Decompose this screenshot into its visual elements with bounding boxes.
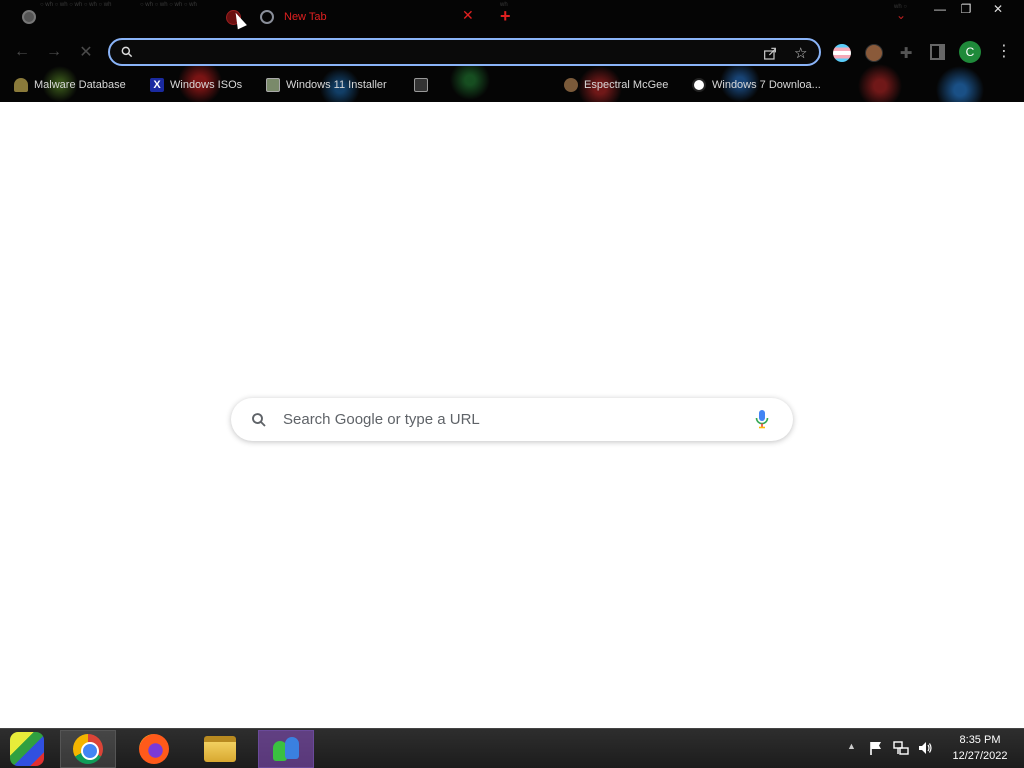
- flag-icon[interactable]: [868, 740, 884, 756]
- bookmark-espectral-mcgee[interactable]: Espectral McGee: [564, 74, 668, 96]
- volume-icon[interactable]: [917, 740, 933, 756]
- extensions-puzzle-icon[interactable]: ✚: [897, 44, 915, 62]
- bookmark-windows-7-download[interactable]: Windows 7 Downloa...: [692, 74, 821, 96]
- bookmark-label: Windows 11 Installer: [286, 79, 387, 91]
- bookmark-label: Windows 7 Downloa...: [712, 79, 821, 91]
- bookmark-windows-11-installer[interactable]: Windows 11 Installer: [266, 74, 387, 96]
- bookmark-malware-database[interactable]: Malware Database: [14, 74, 126, 96]
- address-input[interactable]: [142, 42, 742, 62]
- extension-flag-icon[interactable]: [833, 44, 851, 62]
- bookmark-label: Espectral McGee: [584, 79, 669, 91]
- bookmark-label: Windows ISOs: [170, 79, 243, 91]
- profile-avatar[interactable]: C: [959, 41, 981, 63]
- folder-icon: [204, 736, 236, 762]
- firefox-icon: [139, 734, 169, 764]
- start-button[interactable]: [2, 730, 52, 768]
- stop-loading-icon[interactable]: ✕: [76, 42, 96, 62]
- extension-avatar-icon[interactable]: [865, 44, 883, 62]
- new-tab-plus-icon[interactable]: +: [500, 5, 511, 27]
- forward-arrow-icon[interactable]: →: [44, 42, 64, 62]
- bookmarks-bar: Malware Database X Windows ISOs Windows …: [0, 74, 1024, 96]
- globe-icon: [22, 10, 36, 24]
- tray-expand-icon[interactable]: ▲: [847, 741, 856, 751]
- tab-title: New Tab: [284, 11, 327, 23]
- search-input[interactable]: [283, 408, 743, 430]
- address-bar[interactable]: ☆: [108, 38, 821, 66]
- minimize-button[interactable]: —: [926, 0, 954, 18]
- image-favicon-icon: [266, 78, 280, 92]
- bookmark-4[interactable]: [414, 74, 434, 96]
- messenger-people-icon: [271, 735, 301, 763]
- globe-icon: [692, 78, 706, 92]
- menu-kebab-icon[interactable]: ⋮: [996, 42, 1012, 62]
- windows-logo-icon: [10, 732, 44, 766]
- taskbar-file-explorer-button[interactable]: [192, 730, 248, 768]
- chevron-down-icon[interactable]: ⌄: [896, 8, 906, 22]
- search-icon: [252, 413, 266, 427]
- chrome-icon: [73, 734, 103, 764]
- network-icon[interactable]: [893, 740, 909, 756]
- taskbar-messenger-button[interactable]: [258, 730, 314, 768]
- taskbar-firefox-button[interactable]: [126, 730, 182, 768]
- close-window-button[interactable]: ✕: [984, 0, 1012, 18]
- side-panel-icon[interactable]: [930, 44, 945, 60]
- bookmark-windows-isos[interactable]: X Windows ISOs: [150, 74, 242, 96]
- back-arrow-icon[interactable]: ←: [12, 42, 32, 62]
- browser-chrome: ○ wh ○ wh ○ wh ○ wh ○ wh ○ wh ○ wh ○ wh …: [0, 0, 1024, 102]
- search-icon: [121, 46, 133, 58]
- tab-2-active[interactable]: New Tab: [254, 4, 490, 30]
- tab-1[interactable]: [16, 4, 248, 30]
- avatar-favicon-icon: [564, 78, 578, 92]
- taskbar-chrome-button[interactable]: [60, 730, 116, 768]
- microphone-icon[interactable]: [754, 409, 770, 429]
- restore-button[interactable]: ❐: [952, 0, 980, 18]
- clock-date: 12/27/2022: [952, 750, 1008, 762]
- share-icon[interactable]: [762, 45, 778, 61]
- tab-2-close-icon[interactable]: ✕: [462, 7, 474, 24]
- google-search-box[interactable]: [231, 398, 793, 441]
- clock-time: 8:35 PM: [959, 734, 1001, 746]
- loading-spinner-icon: [260, 10, 274, 24]
- taskbar-clock[interactable]: 8:35 PM 12/27/2022: [940, 732, 1020, 764]
- bookmark-label: Malware Database: [34, 79, 126, 91]
- site-favicon-icon: [414, 78, 428, 92]
- trophy-icon: [14, 78, 28, 92]
- bookmark-star-icon[interactable]: ☆: [794, 44, 807, 62]
- x-logo-icon: X: [150, 78, 164, 92]
